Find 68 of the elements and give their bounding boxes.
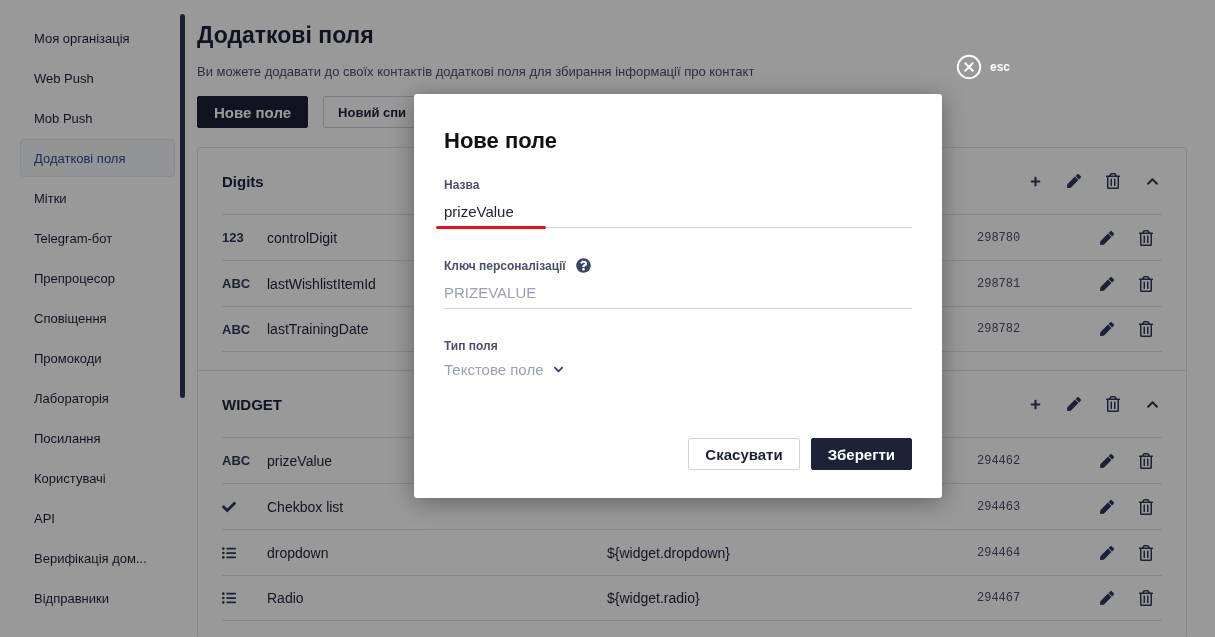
sidebar-item[interactable]: Mob Push [20,99,175,137]
help-icon[interactable] [575,258,591,273]
sidebar-item[interactable]: Препроцесор [20,259,175,297]
sidebar-item[interactable]: Сповіщення [20,299,175,337]
sidebar-item[interactable]: Додаткові поля [20,139,175,177]
pencil-icon[interactable] [1064,394,1084,414]
close-icon[interactable] [954,52,984,82]
sidebar-item[interactable]: Верифікація дом... [20,539,175,577]
trash-icon[interactable] [1136,496,1156,517]
list-icon [222,591,236,605]
field-id: 294467 [977,591,1022,605]
field-id: 298782 [977,322,1022,336]
sidebar-item[interactable]: Лабораторія [20,379,175,417]
dialog-button[interactable]: Скасувати [688,438,800,470]
pencil-icon[interactable] [1097,588,1117,608]
input-field[interactable]: PRIZEVALUE [444,277,912,309]
field-name: prizeValue [267,452,334,469]
field-name: lastTrainingDate [267,321,370,337]
trash-icon[interactable] [1136,273,1156,294]
scrollbar[interactable] [180,14,185,398]
dialog-button[interactable]: Зберегти [810,438,912,470]
field-name: dropdown [267,544,330,561]
field-label: Назва [444,178,480,192]
trash-icon[interactable] [1136,227,1156,248]
sidebar-item[interactable]: API [20,499,175,537]
type-label: ABC [222,321,251,337]
field-name: Radio [267,590,305,606]
field-name: lastWishlistItemId [267,275,377,292]
field-key: ${widget.radio} [607,590,700,606]
field-label: Тип поля [444,339,498,353]
trash-icon[interactable] [1103,394,1123,414]
group-title: Digits [222,172,264,190]
list-icon [222,545,236,560]
field-id: 294463 [977,499,1022,514]
field-label: Ключ персоналізації [444,258,566,273]
caret-icon [553,364,565,375]
sidebar-item[interactable]: Web Push [20,59,175,97]
sidebar-item[interactable]: Telegram-бот [20,219,175,257]
sidebar-item[interactable]: Відправники [20,579,175,617]
field-id: 298781 [977,276,1022,291]
pencil-icon[interactable] [1097,319,1117,339]
sidebar-item[interactable]: Промокоди [20,339,175,377]
trash-icon[interactable] [1136,319,1156,339]
sidebar-item[interactable]: Моя організація [20,19,175,57]
sidebar-item[interactable]: Посилання [20,419,175,457]
field-id: 294462 [977,453,1022,468]
sidebar-item[interactable]: Користувачі [20,459,175,497]
field-name: controlDigit [267,229,339,246]
trash-icon[interactable] [1103,171,1123,191]
trash-icon[interactable] [1136,588,1156,608]
field-name: Chekbox list [267,498,345,515]
trash-icon[interactable] [1136,542,1156,563]
check-icon [222,499,236,514]
field-key: ${widget.dropdown} [607,544,730,561]
type-label: ABC [222,276,251,291]
pencil-icon[interactable] [1064,171,1084,191]
sidebar-item[interactable]: Мітки [20,179,175,217]
field-id: 294464 [977,545,1022,560]
field-id: 298780 [977,230,1022,245]
page-subtitle: Ви можете додавати до своїх контактів додаткові поля для збирання інформації про контакт [197,64,755,79]
action-button[interactable]: Нове поле [197,96,309,128]
type-label: ABC [222,453,251,468]
group-title: WIDGET [222,395,282,413]
trash-icon[interactable] [1136,450,1156,471]
dialog-title: Нове поле [444,127,558,155]
close-label: esc [990,60,1011,74]
type-label: 123 [222,230,244,245]
page-title: Додаткові поля [197,21,375,50]
